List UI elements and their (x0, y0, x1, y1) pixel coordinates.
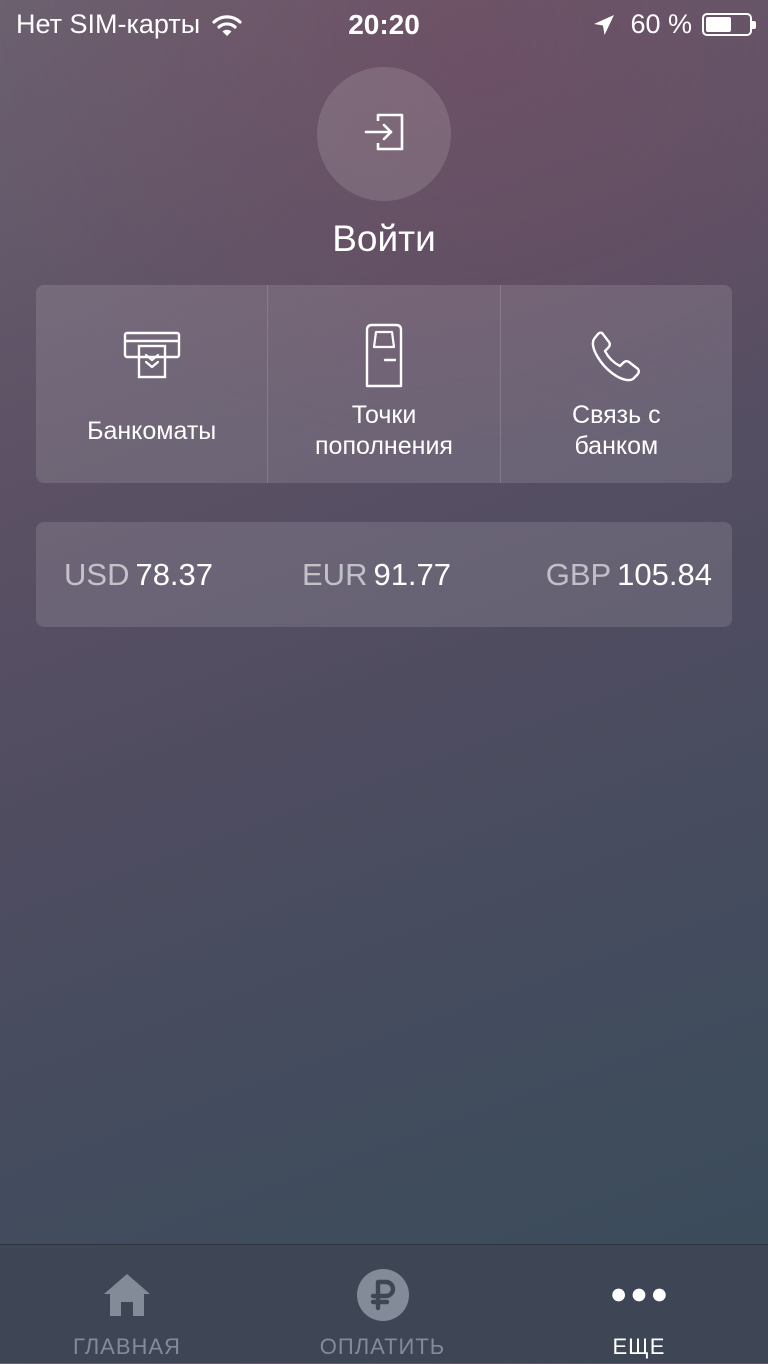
login-icon (362, 110, 406, 159)
contact-bank-action[interactable]: Связь с банком (499, 285, 732, 483)
battery-icon (702, 13, 756, 36)
battery-percent: 60 % (630, 9, 692, 39)
rate-code: EUR (302, 557, 368, 592)
atm-action[interactable]: Банкоматы (36, 285, 267, 483)
status-bar: Нет SIM-карты 20:20 60 % (0, 0, 768, 50)
tab-more[interactable]: ЕЩЕ (540, 1245, 738, 1364)
atm-label: Банкоматы (87, 417, 217, 445)
currency-rates-card: USD 78.37 EUR 91.77 GBP 105.84 (36, 522, 732, 627)
topup-points-action[interactable]: Точки пополнения (267, 285, 499, 483)
home-icon (99, 1267, 155, 1323)
location-arrow-icon (592, 13, 616, 37)
tab-home-label: ГЛАВНАЯ (73, 1334, 181, 1359)
login-button[interactable] (317, 67, 451, 201)
rate-code: GBP (545, 557, 612, 592)
status-right: 60 % (592, 9, 756, 40)
battery-level-fill (706, 17, 731, 32)
tab-pay-label: ОПЛАТИТЬ (319, 1334, 446, 1359)
tab-more-label: ЕЩЕ (612, 1334, 666, 1359)
more-dots-icon (611, 1267, 667, 1323)
tab-bar: ГЛАВНАЯ ОПЛАТИТЬ ЕЩЕ (0, 1244, 768, 1363)
tab-pay[interactable]: ОПЛАТИТЬ (285, 1245, 480, 1364)
login-label[interactable]: Войти (0, 218, 768, 260)
phone-icon (584, 323, 648, 387)
rate-code: USD (64, 557, 130, 592)
contact-bank-label: Связь с банком (572, 401, 661, 460)
quick-actions-card: Банкоматы Точки пополнения Связь с банко… (36, 285, 732, 483)
rate-gbp: GBP 105.84 (546, 557, 712, 593)
rate-value: 91.77 (373, 557, 452, 592)
atm-icon (120, 323, 184, 387)
terminal-icon (352, 323, 416, 388)
battery-cap (752, 21, 756, 29)
topup-points-label: Точки пополнения (315, 401, 453, 460)
tab-home[interactable]: ГЛАВНАЯ (30, 1245, 224, 1364)
rate-eur: EUR 91.77 (302, 557, 451, 593)
rate-usd: USD 78.37 (64, 557, 213, 593)
rate-value: 105.84 (617, 557, 712, 592)
ruble-icon (355, 1267, 411, 1323)
rate-value: 78.37 (135, 557, 214, 592)
